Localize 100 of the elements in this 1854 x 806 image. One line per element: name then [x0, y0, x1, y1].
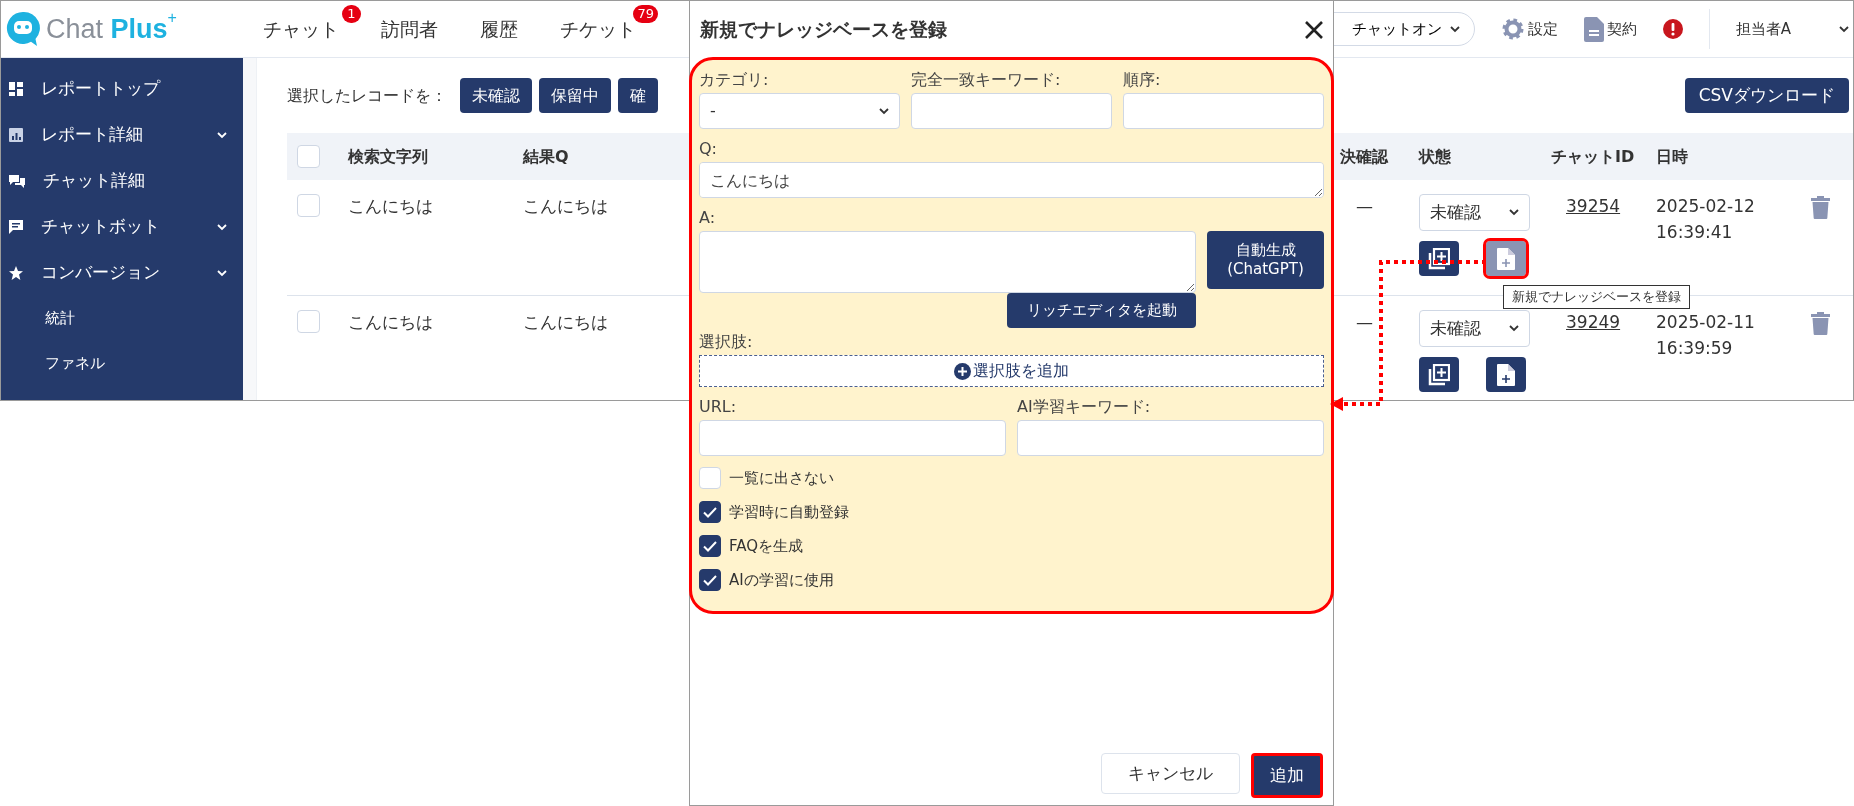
add-knowledge-button[interactable] [1486, 357, 1526, 392]
category-select[interactable]: - [699, 93, 900, 129]
trash-icon[interactable] [1811, 195, 1830, 219]
row-checkbox[interactable] [297, 310, 320, 333]
nav-tab[interactable]: チケット [560, 14, 636, 44]
field-label: A: [699, 208, 717, 228]
chevron-icon [217, 269, 227, 277]
count-badge: 1 [342, 4, 361, 23]
table-cell-text: 2025-02-11 16:39:59 [1656, 311, 1756, 360]
table-cell: こんにちは [523, 312, 608, 332]
copy-add-icon [1428, 247, 1450, 270]
field-label: URL: [699, 397, 738, 417]
tooltip: 新規でナレッジベースを登録 [1503, 285, 1690, 309]
input-field[interactable] [1123, 93, 1324, 129]
count-badge: 79 [633, 4, 658, 23]
chevron-icon [1509, 209, 1519, 216]
input-field[interactable] [699, 420, 1006, 456]
checkbox-label: 一覧に出さない [729, 467, 834, 489]
sidebar-item[interactable]: コンバージョン [1, 250, 243, 296]
rich-editor-button[interactable]: リッチエディタを起動 [1007, 293, 1196, 328]
sidebar-subitem[interactable]: 統計 [1, 296, 243, 341]
column-header: 決確認 [1340, 145, 1388, 168]
sidebar-item[interactable]: チャットボット [1, 204, 243, 250]
field-label: 完全一致キーワード: [911, 70, 1062, 90]
nav-tab[interactable]: チャット [263, 14, 339, 44]
column-header: 状態 [1419, 145, 1451, 168]
copy-add-icon [1428, 363, 1450, 386]
gear-icon [1500, 17, 1525, 41]
cancel-button[interactable]: キャンセル [1101, 753, 1240, 794]
chevron-icon [1449, 25, 1460, 33]
chat-bubbles-icon [9, 174, 25, 188]
status-button[interactable]: 未確認 [460, 78, 532, 113]
checkmark-icon [703, 506, 717, 518]
checkmark-icon [703, 574, 717, 586]
column-header: 結果Q [523, 145, 569, 168]
checkbox-label: 学習時に自動登録 [729, 501, 849, 523]
sidebar-item[interactable]: レポートトップ [1, 66, 243, 112]
question-textarea[interactable]: こんにちは [699, 162, 1324, 198]
row-checkbox[interactable] [297, 194, 320, 217]
logo-text: Chat Plus$^{+}$ [46, 8, 177, 46]
table-cell: こんにちは [348, 196, 433, 216]
table-cell-text: 2025-02-12 16:39:41 [1656, 195, 1756, 244]
star-icon [9, 266, 23, 280]
add-button[interactable]: 追加 [1251, 753, 1323, 798]
status-button[interactable]: 確 [618, 78, 658, 113]
select-all-checkbox[interactable] [297, 145, 320, 168]
file-add-icon [1497, 363, 1515, 386]
chat-bubble-icon [6, 11, 40, 47]
status-select[interactable]: 未確認 [1419, 194, 1530, 231]
checkbox[interactable] [699, 501, 721, 523]
input-field[interactable] [1017, 420, 1324, 456]
auto-generate-button[interactable]: 自動生成 (ChatGPT) [1207, 231, 1324, 289]
document-icon [1583, 16, 1604, 42]
copy-button[interactable] [1419, 241, 1459, 276]
status-button[interactable]: 保留中 [539, 78, 611, 113]
chevron-icon [217, 131, 227, 139]
chat-icon [9, 220, 23, 234]
chevron-icon [1509, 325, 1519, 332]
trash-icon[interactable] [1811, 311, 1830, 335]
table-cell: — [1356, 196, 1373, 216]
checkbox[interactable] [699, 535, 721, 557]
checkbox-label: AIの学習に使用 [729, 569, 834, 591]
sidebar-item[interactable]: チャット詳細 [1, 158, 243, 204]
chat-id-link[interactable]: 39249 [1566, 312, 1621, 332]
field-label: カテゴリ: [699, 70, 770, 90]
table-cell: こんにちは [523, 196, 608, 216]
chevron-icon [217, 223, 227, 231]
file-add-icon [1497, 247, 1515, 270]
alert-icon[interactable] [1662, 19, 1683, 39]
field-label: 順序: [1123, 70, 1162, 90]
plus-circle-icon [954, 362, 971, 380]
checkbox[interactable] [699, 569, 721, 591]
table-cell: こんにちは [348, 312, 433, 332]
settings-link[interactable]: 設定 [1500, 17, 1558, 41]
close-icon [1305, 20, 1323, 39]
copy-button[interactable] [1419, 357, 1459, 392]
nav-tab[interactable]: 訪問者 [381, 14, 438, 44]
column-header: チャットID [1551, 145, 1635, 168]
bar-chart-icon [9, 128, 23, 142]
column-header: 日時 [1656, 145, 1688, 168]
scrollbar[interactable] [243, 58, 257, 400]
column-header: 検索文字列 [348, 145, 428, 168]
field-label: Q: [699, 139, 718, 159]
field-label: AI学習キーワード: [1017, 397, 1152, 417]
contract-link[interactable]: 契約 [1583, 16, 1637, 42]
user-name[interactable]: 担当者A [1735, 17, 1791, 41]
dashboard-icon [9, 82, 23, 96]
input-field[interactable] [911, 93, 1112, 129]
add-choice-button[interactable]: 選択肢を追加 [699, 355, 1324, 387]
table-cell: — [1356, 312, 1373, 332]
nav-tab[interactable]: 履歴 [480, 14, 518, 44]
chevron-icon [879, 107, 889, 115]
sidebar-item[interactable]: レポート詳細 [1, 112, 243, 158]
field-label: 選択肢: [699, 332, 754, 352]
csv-download-button[interactable]: CSVダウンロード [1684, 78, 1849, 113]
status-select[interactable]: 未確認 [1419, 310, 1530, 347]
sidebar-subitem[interactable]: ファネル [1, 341, 243, 386]
checkmark-icon [703, 540, 717, 552]
chat-id-link[interactable]: 39254 [1566, 196, 1621, 216]
chevron-icon [1839, 26, 1849, 33]
